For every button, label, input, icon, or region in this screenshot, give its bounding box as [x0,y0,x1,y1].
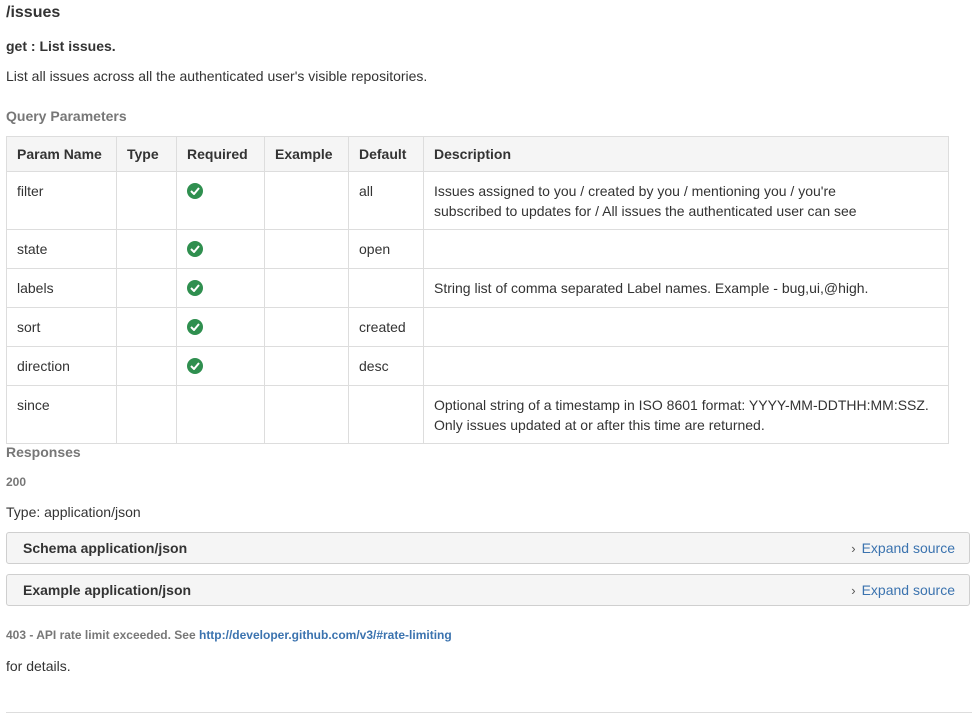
schema-panel-title: Schema application/json [23,540,188,556]
query-parameters-table: Param Name Type Required Example Default… [6,136,949,444]
schema-panel[interactable]: Schema application/json › Expand source [6,532,970,564]
example-panel-title: Example application/json [23,582,192,598]
expand-source-label: Expand source [861,582,955,598]
param-required-cell [176,385,265,444]
table-header-row: Param Name Type Required Example Default… [6,136,949,172]
param-default-cell: created [348,307,424,347]
table-row: state open [6,229,949,269]
resource-path-title: /issues [6,4,61,21]
table-row: filter all Issues assigned to you / create… [6,171,949,230]
response-type: Type: application/json [6,504,141,520]
table-row: since Optional string of a timestamp in I… [6,385,949,444]
table-row: labels String list of comma separated Lab… [6,268,949,308]
param-name-cell: state [6,229,117,269]
param-required-cell [176,268,265,308]
table-row: sort created [6,307,949,347]
table-row: direction desc [6,346,949,386]
example-panel[interactable]: Example application/json › Expand source [6,574,970,606]
param-description-cell: Optional string of a timestamp in ISO 86… [423,385,949,444]
error-403-text: 403 - API rate limit exceeded. See http:… [6,628,452,642]
column-header: Description [423,136,949,172]
method-heading: get : List issues. [6,38,116,54]
column-header: Type [116,136,177,172]
param-name-cell: since [6,385,117,444]
param-default-cell [348,268,424,308]
param-example-cell [264,346,349,386]
param-default-cell [348,385,424,444]
param-example-cell [264,229,349,269]
param-example-cell [264,385,349,444]
description-line: subscribed to updates for / All issues t… [434,203,857,219]
param-type-cell [116,229,177,269]
param-description-cell [423,346,949,386]
description-line [434,356,938,376]
column-header: Example [264,136,349,172]
param-description-cell: String list of comma separated Label nam… [423,268,949,308]
param-type-cell [116,346,177,386]
expand-source-link[interactable]: › Expand source [851,540,955,556]
required-check-icon [187,319,203,335]
description-line: Optional string of a timestamp in ISO 86… [434,397,929,413]
param-name-cell: filter [6,171,117,230]
description-line: Issues assigned to you / created by you … [434,183,836,199]
param-default-cell: open [348,229,424,269]
chevron-right-icon: › [851,583,856,598]
required-check-icon [187,241,203,257]
method-description: List all issues across all the authentic… [6,68,428,84]
column-header: Default [348,136,424,172]
description-line [434,239,938,259]
param-required-cell [176,229,265,269]
response-code-200: 200 [6,475,27,489]
param-example-cell [264,268,349,308]
column-header: Required [176,136,265,172]
param-default-cell: all [348,171,424,230]
column-header: Param Name [6,136,117,172]
param-description-cell [423,307,949,347]
responses-heading: Responses [6,444,81,460]
required-check-icon [187,280,203,296]
param-type-cell [116,307,177,347]
param-default-cell: desc [348,346,424,386]
error-prefix: 403 - API rate limit exceeded. See [6,628,199,642]
rate-limiting-link[interactable]: http://developer.github.com/v3/#rate-lim… [199,628,452,642]
param-example-cell [264,307,349,347]
chevron-right-icon: › [851,541,856,556]
query-parameters-heading: Query Parameters [6,108,127,124]
param-name-cell: labels [6,268,117,308]
param-type-cell [116,171,177,230]
param-required-cell [176,171,265,230]
param-required-cell [176,307,265,347]
expand-source-link[interactable]: › Expand source [851,582,955,598]
param-description-cell [423,229,949,269]
description-line: Only issues updated at or after this tim… [434,417,765,433]
error-suffix: for details. [6,658,71,674]
expand-source-label: Expand source [861,540,955,556]
param-type-cell [116,268,177,308]
param-example-cell [264,171,349,230]
description-line [434,317,938,337]
param-description-cell: Issues assigned to you / created by you … [423,171,949,230]
param-name-cell: direction [6,346,117,386]
description-line: String list of comma separated Label nam… [434,280,869,296]
required-check-icon [187,358,203,374]
param-required-cell [176,346,265,386]
param-type-cell [116,385,177,444]
required-check-icon [187,183,203,199]
divider [6,712,972,713]
param-name-cell: sort [6,307,117,347]
